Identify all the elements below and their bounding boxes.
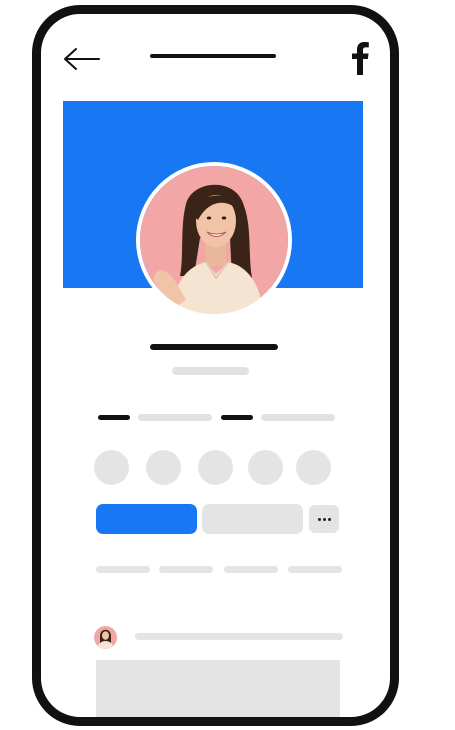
ellipsis-dot-icon [327, 517, 331, 521]
tab-3[interactable] [224, 566, 278, 573]
tab-4[interactable] [288, 566, 342, 573]
highlight-circle-5[interactable] [296, 450, 331, 485]
tab-2[interactable] [159, 566, 213, 573]
facebook-logo-icon[interactable] [348, 40, 372, 76]
page-title-placeholder [150, 54, 276, 58]
profile-avatar[interactable] [136, 162, 292, 318]
tab-1[interactable] [96, 566, 150, 573]
highlight-circle-2[interactable] [146, 450, 181, 485]
stat-label-2 [261, 414, 335, 421]
stat-count-1 [98, 415, 130, 420]
profile-name-placeholder [150, 344, 278, 350]
post-author-avatar[interactable] [94, 626, 117, 649]
primary-action-button[interactable] [96, 504, 197, 534]
highlight-circle-3[interactable] [198, 450, 233, 485]
post-image-placeholder[interactable] [96, 660, 340, 717]
ellipsis-dot-icon [317, 517, 321, 521]
secondary-action-button[interactable] [202, 504, 303, 534]
profile-subtitle-placeholder [172, 367, 249, 375]
stat-count-2 [221, 415, 253, 420]
highlight-circle-1[interactable] [94, 450, 129, 485]
more-options-button[interactable] [309, 505, 339, 533]
highlight-circle-4[interactable] [248, 450, 283, 485]
stage [0, 0, 455, 730]
back-arrow-icon[interactable] [62, 46, 102, 72]
phone-frame [32, 5, 399, 726]
post-author-placeholder [135, 633, 343, 640]
stat-label-1 [138, 414, 212, 421]
ellipsis-dot-icon [322, 517, 326, 521]
